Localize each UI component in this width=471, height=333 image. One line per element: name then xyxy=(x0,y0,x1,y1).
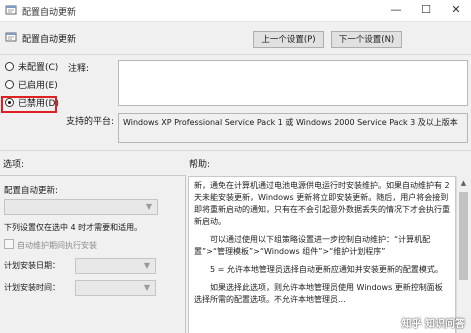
radio-circle[interactable] xyxy=(5,80,14,89)
divider xyxy=(0,54,471,55)
comment-label: 注释: xyxy=(68,64,90,74)
options-section-label: 选项: xyxy=(3,160,25,170)
help-text-panel: 新，通免在计算机通过电池电源供电运行时安装维护。如果自动维护有 2 天未能安装更… xyxy=(188,176,456,333)
comment-textarea[interactable] xyxy=(118,60,468,106)
checkbox-box[interactable] xyxy=(4,239,14,249)
schedule-day-label: 计划安装日期： xyxy=(4,261,60,270)
configure-updates-label: 配置自动更新: xyxy=(4,186,58,196)
policy-settings-icon xyxy=(5,5,17,15)
chevron-down-icon: ▼ xyxy=(143,261,151,270)
highlight-box xyxy=(1,96,57,113)
setting-title: 配置自动更新 xyxy=(22,35,77,45)
chevron-down-icon: ▼ xyxy=(143,283,151,292)
close-button[interactable]: ✕ xyxy=(441,0,471,21)
schedule-time-label: 计划安装时间： xyxy=(4,283,60,292)
schedule-time-dropdown[interactable]: ▼ xyxy=(75,280,156,296)
help-paragraph: 5 = 允许本地管理员选择自动更新应通知并安装更新的配置模式。 xyxy=(210,265,443,274)
radio-not-configured[interactable]: 未配置(C) xyxy=(5,62,58,74)
maximize-button[interactable]: ☐ xyxy=(411,0,441,21)
watermark: 知乎 知识问答 xyxy=(401,319,465,330)
minimize-button[interactable]: — xyxy=(381,0,411,21)
maintenance-install-checkbox[interactable]: 自动维护期间执行安装 xyxy=(4,239,97,251)
next-setting-button[interactable]: 下一个设置(N) xyxy=(331,31,402,48)
setting-icon xyxy=(5,32,17,42)
help-paragraph: 新，通免在计算机通过电池电源供电运行时安装维护。如果自动维护有 2 天未能安装更… xyxy=(194,181,450,226)
help-paragraph: 可以通过使用以下组策略设置进一步控制自动维护：“计算机配置”>“管理模板”>“W… xyxy=(194,235,431,256)
radio-enabled[interactable]: 已启用(E) xyxy=(5,80,58,92)
radio-label: 已启用(E) xyxy=(18,81,58,91)
help-paragraph: 如果选择此选项，则允许本地管理员使用 Windows 更新控制面板选择所需的配置… xyxy=(194,283,443,304)
divider xyxy=(0,150,471,151)
platform-label: 支持的平台: xyxy=(66,117,115,127)
configure-updates-dropdown[interactable]: ▼ xyxy=(4,199,158,215)
platform-value: Windows XP Professional Service Pack 1 或… xyxy=(118,113,468,143)
previous-setting-button[interactable]: 上一个设置(P) xyxy=(253,31,324,48)
radio-circle[interactable] xyxy=(5,62,14,71)
checkbox-label: 自动维护期间执行安装 xyxy=(17,241,97,250)
options-note: 下列设置仅在选中 4 时才需要和适用。 xyxy=(4,223,143,232)
scroll-thumb[interactable] xyxy=(459,192,468,280)
window-title: 配置自动更新 xyxy=(22,8,77,18)
radio-label: 未配置(C) xyxy=(18,63,59,73)
scroll-up-icon[interactable]: ▲ xyxy=(456,176,471,190)
schedule-day-dropdown[interactable]: ▼ xyxy=(75,258,156,274)
chevron-down-icon: ▼ xyxy=(145,202,153,211)
help-section-label: 帮助: xyxy=(189,160,211,170)
